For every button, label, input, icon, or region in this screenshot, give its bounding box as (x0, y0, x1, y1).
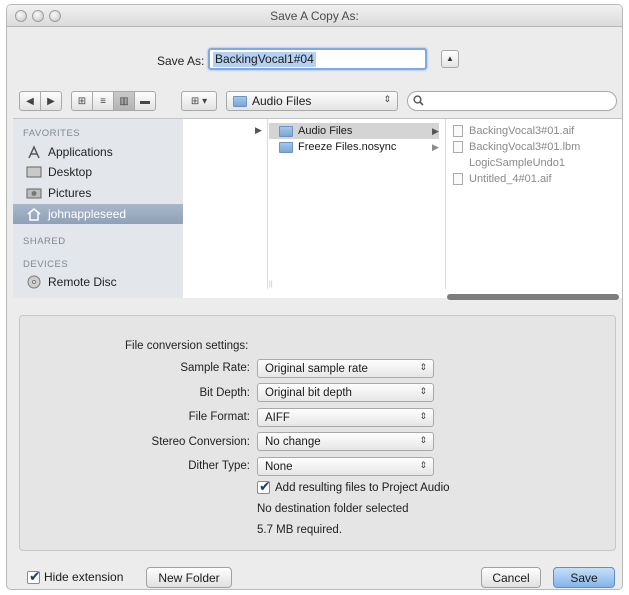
chevron-right-icon: ▶ (432, 142, 439, 152)
list-view-button[interactable]: ≡ (92, 91, 114, 111)
save-dialog-window: Save A Copy As: Save As: BackingVocal1#0… (6, 4, 623, 590)
sidebar-item-label: Remote Disc (48, 275, 117, 289)
size-note: 5.7 MB required. (257, 524, 343, 536)
folder-icon (279, 125, 293, 137)
bit-depth-label: Bit Depth: (199, 387, 251, 399)
arrange-menu-button[interactable]: ⊞ ▾ (181, 91, 217, 111)
window-title: Save A Copy As: (270, 9, 359, 23)
column-divider (445, 119, 446, 289)
hide-extension-checkbox[interactable]: ✔ Hide extension (27, 567, 124, 584)
add-to-project-label: Add resulting files to Project Audio (275, 481, 450, 494)
conversion-options-panel: File conversion settings: Sample Rate: O… (19, 315, 616, 551)
file-format-label: File Format: (188, 411, 250, 423)
icon-view-button[interactable]: ⊞ (71, 91, 93, 111)
browser-file-label: Untitled_4#01.aif (469, 173, 552, 185)
file-browser: ▶ || Audio Files ▶ Freeze Files.nosync ▶… (183, 118, 622, 300)
sidebar-heading-shared: SHARED (23, 236, 66, 247)
applications-icon (26, 145, 42, 159)
sidebar-item-applications[interactable]: Applications (13, 142, 183, 162)
new-folder-button[interactable]: New Folder (146, 567, 232, 588)
browser-file-item[interactable]: Untitled_4#01.aif (453, 171, 622, 187)
add-to-project-check[interactable]: ✔ (257, 478, 271, 494)
desktop-icon (26, 165, 42, 179)
browser-file-item[interactable]: BackingVocal3#01.lbm (453, 139, 622, 155)
file-icon (453, 125, 463, 137)
sidebar-item-pictures[interactable]: Pictures (13, 183, 183, 203)
sample-rate-label: Sample Rate: (180, 362, 250, 374)
sidebar-item-label: Applications (48, 145, 113, 159)
browser-item-audio-files[interactable]: Audio Files (269, 123, 439, 139)
browser-file-item[interactable]: BackingVocal3#01.aif (453, 123, 622, 139)
browser-file-label: BackingVocal3#01.lbm (469, 141, 581, 153)
back-button[interactable]: ◀ (19, 91, 41, 111)
chevron-right-icon: ▶ (255, 125, 262, 135)
add-to-project-checkbox[interactable]: ✔ Add resulting files to Project Audio (257, 478, 450, 494)
hide-extension-label: Hide extension (44, 570, 124, 584)
column-view-button[interactable]: ▥ (113, 91, 135, 111)
search-icon (413, 95, 424, 106)
file-icon (453, 141, 463, 153)
sidebar: FAVORITES Applications Desktop Pictures … (13, 118, 183, 298)
destination-note: No destination folder selected (257, 503, 409, 515)
stereo-conversion-popup[interactable]: No change ⇕ (257, 432, 434, 451)
browser-item-label: Audio Files (298, 125, 353, 137)
browser-item-freeze-files[interactable]: Freeze Files.nosync (269, 139, 439, 155)
browser-file-item[interactable]: LogicSampleUndo1 (453, 155, 622, 171)
popup-stepper-icon: ⇕ (419, 386, 427, 396)
horizontal-scrollbar[interactable] (447, 294, 619, 300)
browser-item-label: Freeze Files.nosync (298, 141, 397, 153)
location-popup[interactable]: Audio Files ⇕ (226, 91, 398, 111)
dither-type-label: Dither Type: (188, 460, 250, 472)
sample-rate-popup[interactable]: Original sample rate ⇕ (257, 359, 434, 378)
column-divider (267, 119, 268, 289)
hide-extension-check[interactable]: ✔ (27, 567, 41, 584)
file-format-value: AIFF (265, 411, 290, 424)
popup-stepper-icon: ⇕ (419, 460, 427, 470)
title-bar: Save A Copy As: (7, 5, 622, 27)
popup-stepper-icon: ⇕ (383, 94, 391, 104)
sidebar-heading-favorites: FAVORITES (23, 128, 81, 139)
sample-rate-value: Original sample rate (265, 362, 368, 375)
sidebar-item-johnappleseed[interactable]: johnappleseed (13, 204, 183, 224)
coverflow-view-button[interactable]: ▬ (134, 91, 156, 111)
sidebar-item-label: Desktop (48, 165, 93, 179)
file-icon (453, 173, 463, 185)
save-button[interactable]: Save (553, 567, 615, 588)
dither-type-popup[interactable]: None ⇕ (257, 457, 434, 476)
stereo-conversion-label: Stereo Conversion: (151, 436, 250, 448)
sidebar-item-remote-disc[interactable]: Remote Disc (13, 272, 183, 292)
cancel-button[interactable]: Cancel (481, 567, 541, 588)
forward-button[interactable]: ▶ (40, 91, 62, 111)
sidebar-item-label: johnappleseed (48, 207, 127, 221)
save-as-input[interactable] (208, 48, 427, 70)
dither-type-value: None (265, 460, 293, 473)
popup-stepper-icon: ⇕ (419, 411, 427, 421)
home-icon (26, 207, 42, 221)
search-input[interactable] (407, 91, 617, 111)
bit-depth-value: Original bit depth (265, 386, 352, 399)
checkmark-icon: ✔ (259, 478, 271, 494)
stereo-conversion-value: No change (265, 435, 321, 448)
location-label: Audio Files (252, 94, 312, 108)
file-format-popup[interactable]: AIFF ⇕ (257, 408, 434, 427)
popup-stepper-icon: ⇕ (419, 435, 427, 445)
sidebar-heading-devices: DEVICES (23, 259, 69, 270)
folder-icon (279, 141, 293, 153)
sidebar-item-label: Pictures (48, 186, 92, 200)
sidebar-item-desktop[interactable]: Desktop (13, 162, 183, 182)
save-as-label: Save As: (157, 54, 205, 68)
column-resize-handle[interactable]: || (269, 281, 273, 288)
expand-dialog-button[interactable]: ▲ (441, 50, 459, 68)
browser-file-label: BackingVocal3#01.aif (469, 125, 575, 137)
popup-stepper-icon: ⇕ (419, 362, 427, 372)
browser-file-label: LogicSampleUndo1 (469, 157, 566, 169)
conversion-heading: File conversion settings: (125, 340, 249, 352)
checkmark-icon: ✔ (29, 567, 41, 584)
pictures-icon (26, 186, 42, 200)
disc-icon (26, 275, 42, 289)
chevron-right-icon: ▶ (432, 126, 439, 136)
folder-icon (233, 95, 247, 107)
bit-depth-popup[interactable]: Original bit depth ⇕ (257, 383, 434, 402)
